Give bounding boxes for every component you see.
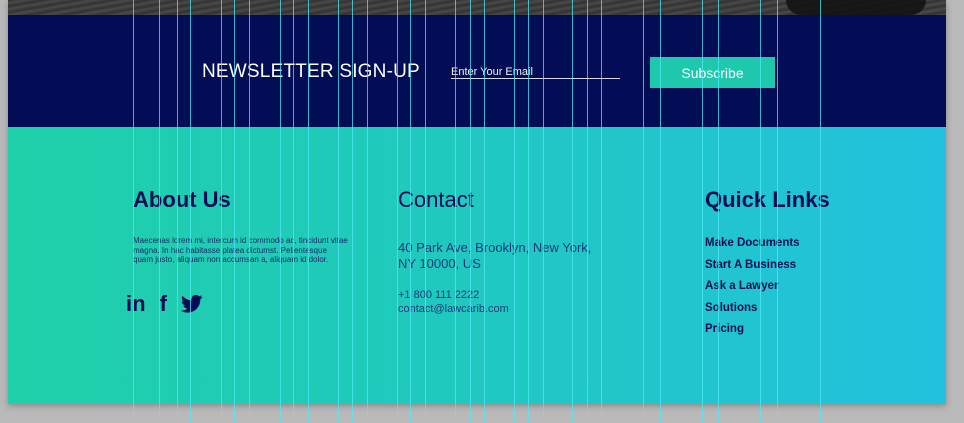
quick-link-start-business[interactable]: Start A Business [705, 258, 905, 280]
quick-links-list: Make Documents Start A Business Ask a La… [705, 236, 905, 344]
contact-phone[interactable]: +1 800 111 2222 [398, 288, 598, 302]
email-field-wrapper [451, 62, 620, 80]
quick-links-column: Quick Links Make Documents Start A Busin… [705, 187, 905, 344]
newsletter-section: NEWSLETTER SIGN-UP Subscribe [8, 15, 946, 127]
contact-address: 40 Park Ave, Brooklyn, New York, NY 1000… [398, 240, 592, 271]
contact-column: Contact 40 Park Ave, Brooklyn, New York,… [398, 187, 598, 316]
social-links: in f [126, 291, 203, 316]
quick-links-title: Quick Links [705, 187, 830, 212]
hero-image-detail [786, 0, 926, 15]
facebook-icon[interactable]: f [160, 291, 167, 316]
contact-title: Contact [398, 187, 474, 212]
linkedin-icon[interactable]: in [126, 291, 146, 316]
hero-image-strip [8, 0, 946, 15]
newsletter-title: NEWSLETTER SIGN-UP [202, 61, 420, 82]
footer-section: About Us Maecenas lorem mi, intercum id … [8, 127, 946, 404]
quick-link-solutions[interactable]: Solutions [705, 301, 905, 323]
quick-link-make-documents[interactable]: Make Documents [705, 236, 905, 258]
quick-link-ask-lawyer[interactable]: Ask a Lawyer [705, 279, 905, 301]
quick-link-pricing[interactable]: Pricing [705, 322, 905, 344]
twitter-bird-shape [180, 294, 203, 313]
email-field[interactable] [451, 64, 620, 80]
about-column: About Us Maecenas lorem mi, intercum id … [133, 187, 348, 265]
twitter-icon[interactable] [180, 292, 203, 316]
page-canvas: NEWSLETTER SIGN-UP Subscribe About Us Ma… [8, 0, 946, 404]
contact-email[interactable]: contact@lawcarib.com [398, 302, 598, 316]
about-text: Maecenas lorem mi, intercum id commodo a… [133, 236, 348, 264]
subscribe-button[interactable]: Subscribe [650, 57, 775, 88]
about-title: About Us [133, 187, 231, 212]
